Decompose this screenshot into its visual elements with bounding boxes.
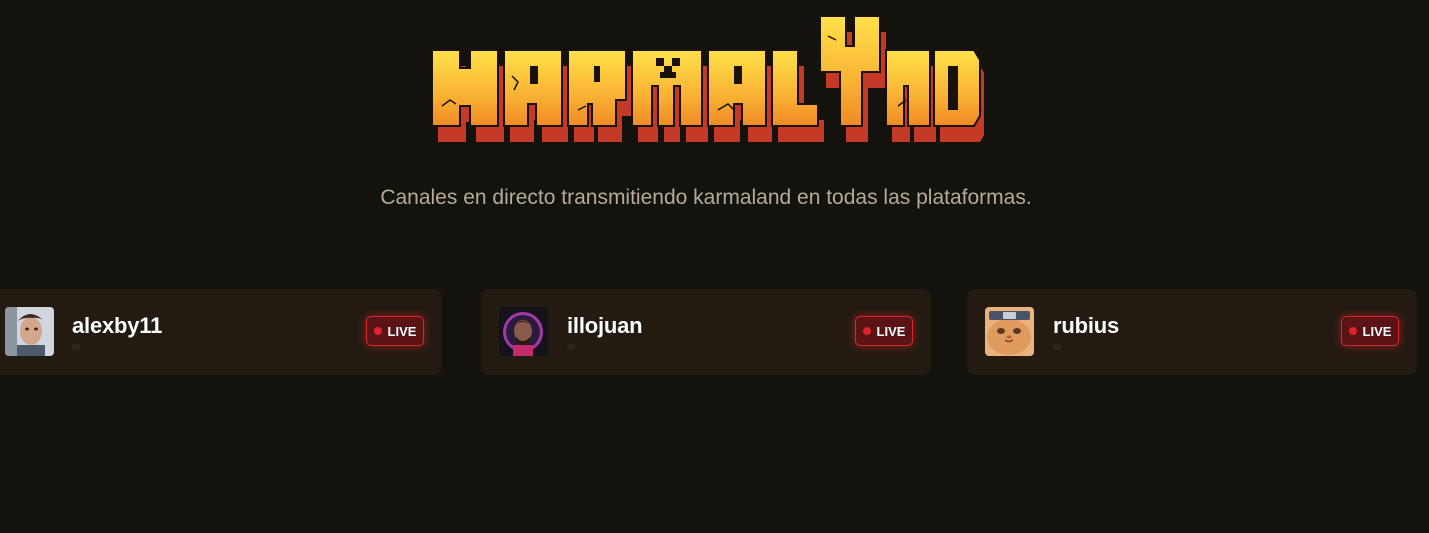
channel-card-illojuan[interactable]: illojuan LIVE: [481, 289, 931, 375]
rubius-avatar-icon: [985, 307, 1034, 356]
channel-card-alexby11[interactable]: alexby11 LIVE: [0, 289, 442, 375]
karmaland-logo: [428, 6, 984, 144]
live-dot-icon: [862, 327, 871, 335]
channel-name: alexby11: [72, 313, 163, 338]
live-dot-icon: [1348, 327, 1357, 335]
live-label: LIVE: [876, 323, 906, 339]
page: Canales en directo transmitiendo karmala…: [0, 0, 1429, 533]
alexby11-avatar-icon: [5, 307, 54, 356]
channel-meta-placeholder: [1053, 344, 1061, 350]
live-badge: LIVE: [1341, 316, 1399, 346]
live-badge: LIVE: [366, 316, 424, 346]
channel-name: rubius: [1053, 313, 1120, 338]
page-subtitle: Canales en directo transmitiendo karmala…: [380, 186, 1032, 209]
channel-name: illojuan: [567, 313, 643, 338]
live-dot-icon: [373, 327, 382, 335]
channel-meta-placeholder: [72, 344, 80, 350]
live-badge: LIVE: [855, 316, 913, 346]
live-label: LIVE: [1362, 323, 1392, 339]
illojuan-avatar-icon: [499, 307, 548, 356]
channel-card-rubius[interactable]: rubius LIVE: [967, 289, 1417, 375]
channel-meta-placeholder: [567, 344, 575, 350]
live-label: LIVE: [387, 323, 417, 339]
